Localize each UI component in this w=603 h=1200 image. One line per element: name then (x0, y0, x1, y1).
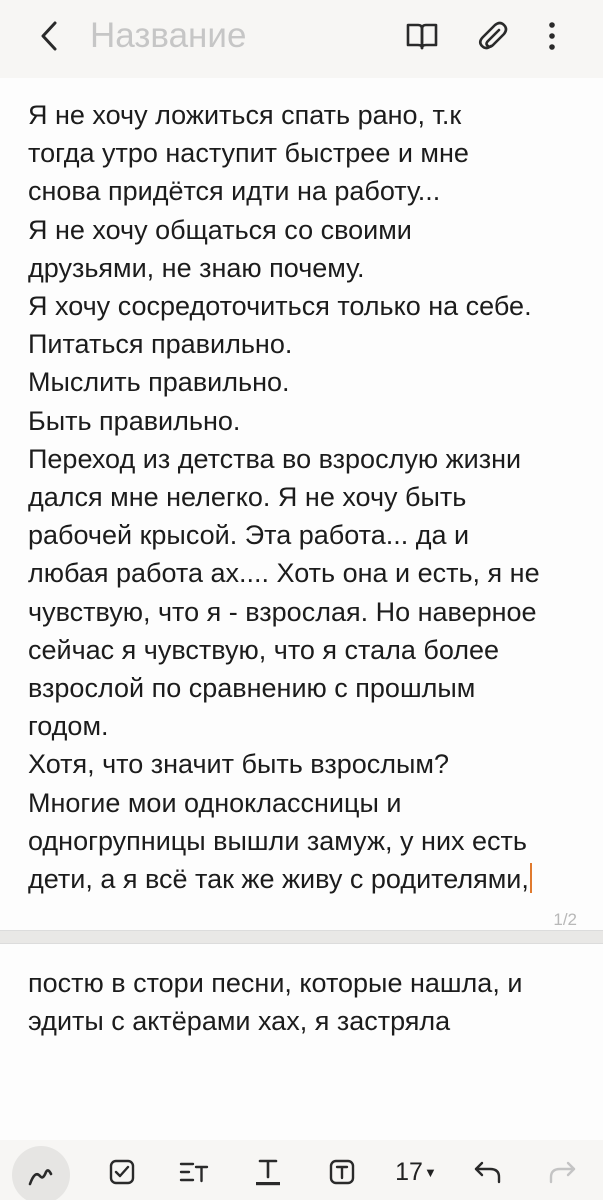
note-body-page-1[interactable]: Я не хочу ложиться спать рано, т.к тогда… (28, 96, 588, 898)
font-size-selector[interactable]: 17 ▼ (388, 1150, 444, 1194)
redo-icon (549, 1161, 576, 1184)
pen-mode-button[interactable] (12, 1146, 70, 1200)
page-divider (0, 930, 603, 944)
book-icon (406, 23, 438, 50)
app-bar: Название (0, 0, 603, 78)
undo-button[interactable] (466, 1150, 510, 1194)
bottom-toolbar: 17 ▼ (0, 1140, 603, 1200)
note-body-page-2[interactable]: постю в стори песни, которые нашла, и эд… (28, 964, 588, 1040)
note-page-1[interactable]: Я не хочу ложиться спать рано, т.к тогда… (0, 78, 603, 935)
indent-icon (179, 1162, 209, 1183)
text-style-icon (256, 1159, 280, 1186)
undo-icon (474, 1161, 501, 1184)
caret-down-icon: ▼ (423, 1164, 437, 1180)
redo-button[interactable] (540, 1150, 584, 1194)
page-indicator: 1/2 (553, 910, 577, 929)
text-box-icon (329, 1159, 355, 1185)
chevron-left-icon (41, 21, 57, 51)
note-page-2[interactable]: постю в стори песни, которые нашла, и эд… (0, 944, 603, 1140)
checklist-button[interactable] (100, 1150, 144, 1194)
pen-icon (28, 1169, 53, 1186)
paragraph-button[interactable] (172, 1150, 216, 1194)
reading-mode-button[interactable] (400, 14, 444, 58)
paperclip-icon (478, 21, 508, 50)
more-vertical-icon (549, 22, 555, 50)
text-box-button[interactable] (320, 1150, 364, 1194)
note-body-text: Я не хочу ложиться спать рано, т.к тогда… (28, 100, 540, 895)
more-options-button[interactable] (530, 14, 574, 58)
title-input[interactable]: Название (90, 12, 370, 60)
text-style-button[interactable] (246, 1150, 290, 1194)
attach-button[interactable] (470, 14, 514, 58)
back-button[interactable] (30, 14, 70, 58)
text-cursor (529, 863, 532, 894)
checkbox-icon (109, 1159, 135, 1185)
font-size-value: 17 (395, 1157, 423, 1186)
